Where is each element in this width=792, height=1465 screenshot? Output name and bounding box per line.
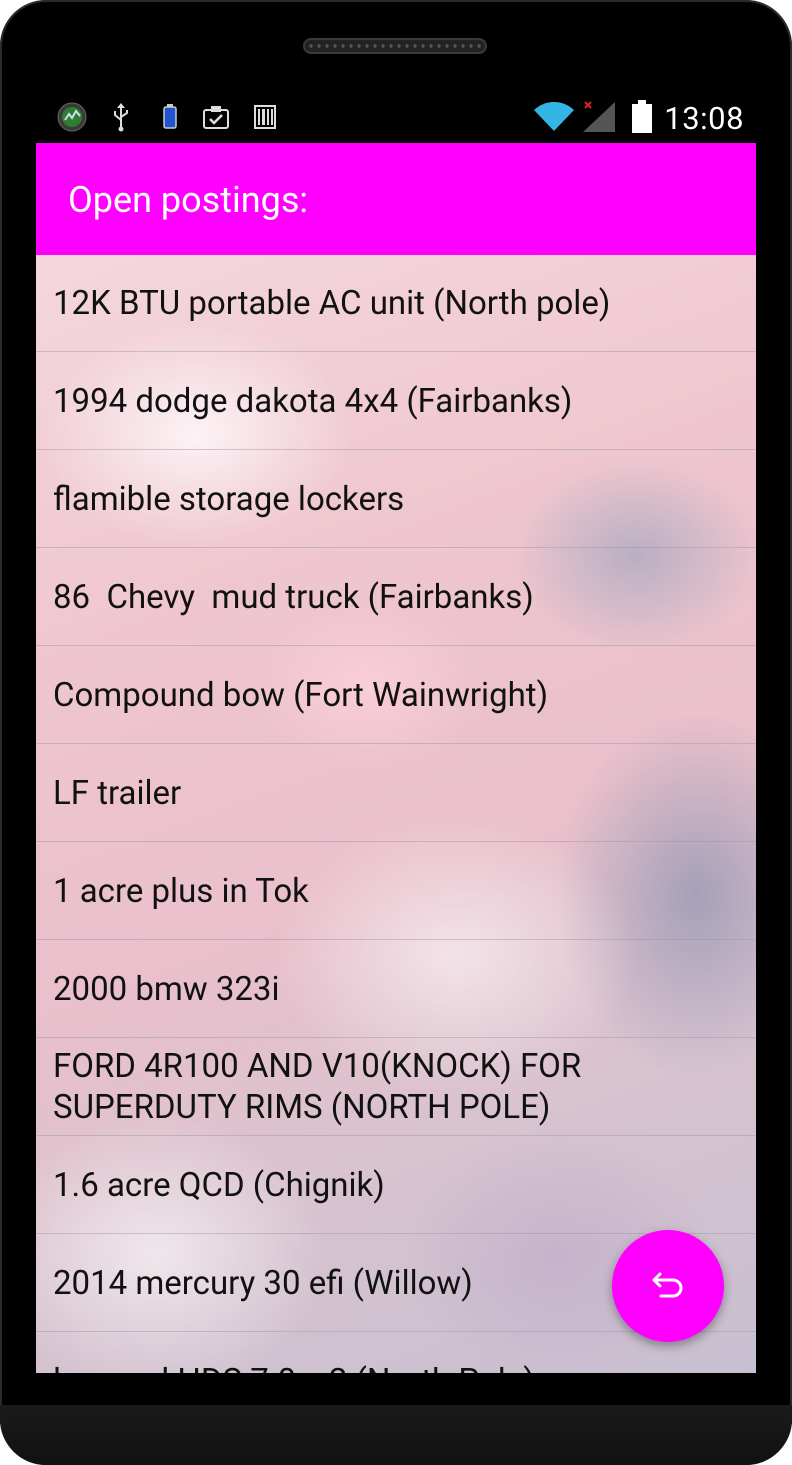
battery-small-icon	[158, 102, 182, 132]
list-item-label: LF trailer	[53, 773, 182, 813]
app-screen: Open postings: 12K BTU portable AC unit …	[36, 143, 756, 1373]
list-item-label: 1994 dodge dakota 4x4 (Fairbanks)	[53, 381, 573, 421]
list-item-label: 12K BTU portable AC unit (North pole)	[53, 283, 611, 323]
clipboard-check-icon	[200, 102, 232, 132]
signal-icon	[580, 101, 618, 132]
clock-time: 13:08	[664, 100, 744, 137]
list-item-label: 2000 bmw 323i	[53, 969, 280, 1009]
barcode-icon	[251, 102, 279, 132]
list-item-label: 1.6 acre QCD (Chignik)	[53, 1165, 385, 1205]
list-item-label: flamible storage lockers	[53, 479, 405, 519]
list-item-label: 1 acre plus in Tok	[53, 871, 309, 911]
list-item[interactable]: 12K BTU portable AC unit (North pole)	[36, 255, 756, 352]
list-item-label: FORD 4R100 AND V10(KNOCK) FOR SUPERDUTY …	[53, 1047, 590, 1127]
list-item[interactable]: 1.6 acre QCD (Chignik)	[36, 1137, 756, 1234]
back-undo-icon	[651, 1269, 685, 1303]
usb-icon	[108, 102, 134, 132]
list-item-label: Compound bow (Fort Wainwright)	[53, 675, 549, 715]
list-item-label: 86 Chevy mud truck (Fairbanks)	[53, 577, 534, 617]
battery-icon	[630, 100, 654, 133]
app-icon	[56, 102, 88, 132]
back-fab-button[interactable]	[612, 1230, 724, 1342]
list-item-label: lowered HDS 7.0 x 2 (North Pole)	[53, 1361, 535, 1374]
phone-chin	[0, 1405, 792, 1465]
page-title: Open postings:	[68, 179, 309, 221]
list-item[interactable]: FORD 4R100 AND V10(KNOCK) FOR SUPERDUTY …	[36, 1039, 756, 1136]
postings-list[interactable]: 12K BTU portable AC unit (North pole) 19…	[36, 255, 756, 1373]
app-bar: Open postings:	[36, 143, 756, 255]
phone-frame: 13:08 Open postings: 12K BTU portable AC…	[0, 0, 792, 1465]
list-item[interactable]: lowered HDS 7.0 x 2 (North Pole)	[36, 1333, 756, 1374]
list-item[interactable]: 86 Chevy mud truck (Fairbanks)	[36, 549, 756, 646]
list-item[interactable]: 1 acre plus in Tok	[36, 843, 756, 940]
list-item[interactable]: LF trailer	[36, 745, 756, 842]
list-item[interactable]: flamible storage lockers	[36, 451, 756, 548]
earpiece-speaker	[303, 38, 487, 54]
list-item-label: 2014 mercury 30 efi (Willow)	[53, 1263, 473, 1303]
status-bar: 13:08	[36, 96, 756, 142]
list-item[interactable]: Compound bow (Fort Wainwright)	[36, 647, 756, 744]
list-item[interactable]: 2000 bmw 323i	[36, 941, 756, 1038]
wifi-icon	[532, 102, 576, 132]
list-item[interactable]: 1994 dodge dakota 4x4 (Fairbanks)	[36, 353, 756, 450]
